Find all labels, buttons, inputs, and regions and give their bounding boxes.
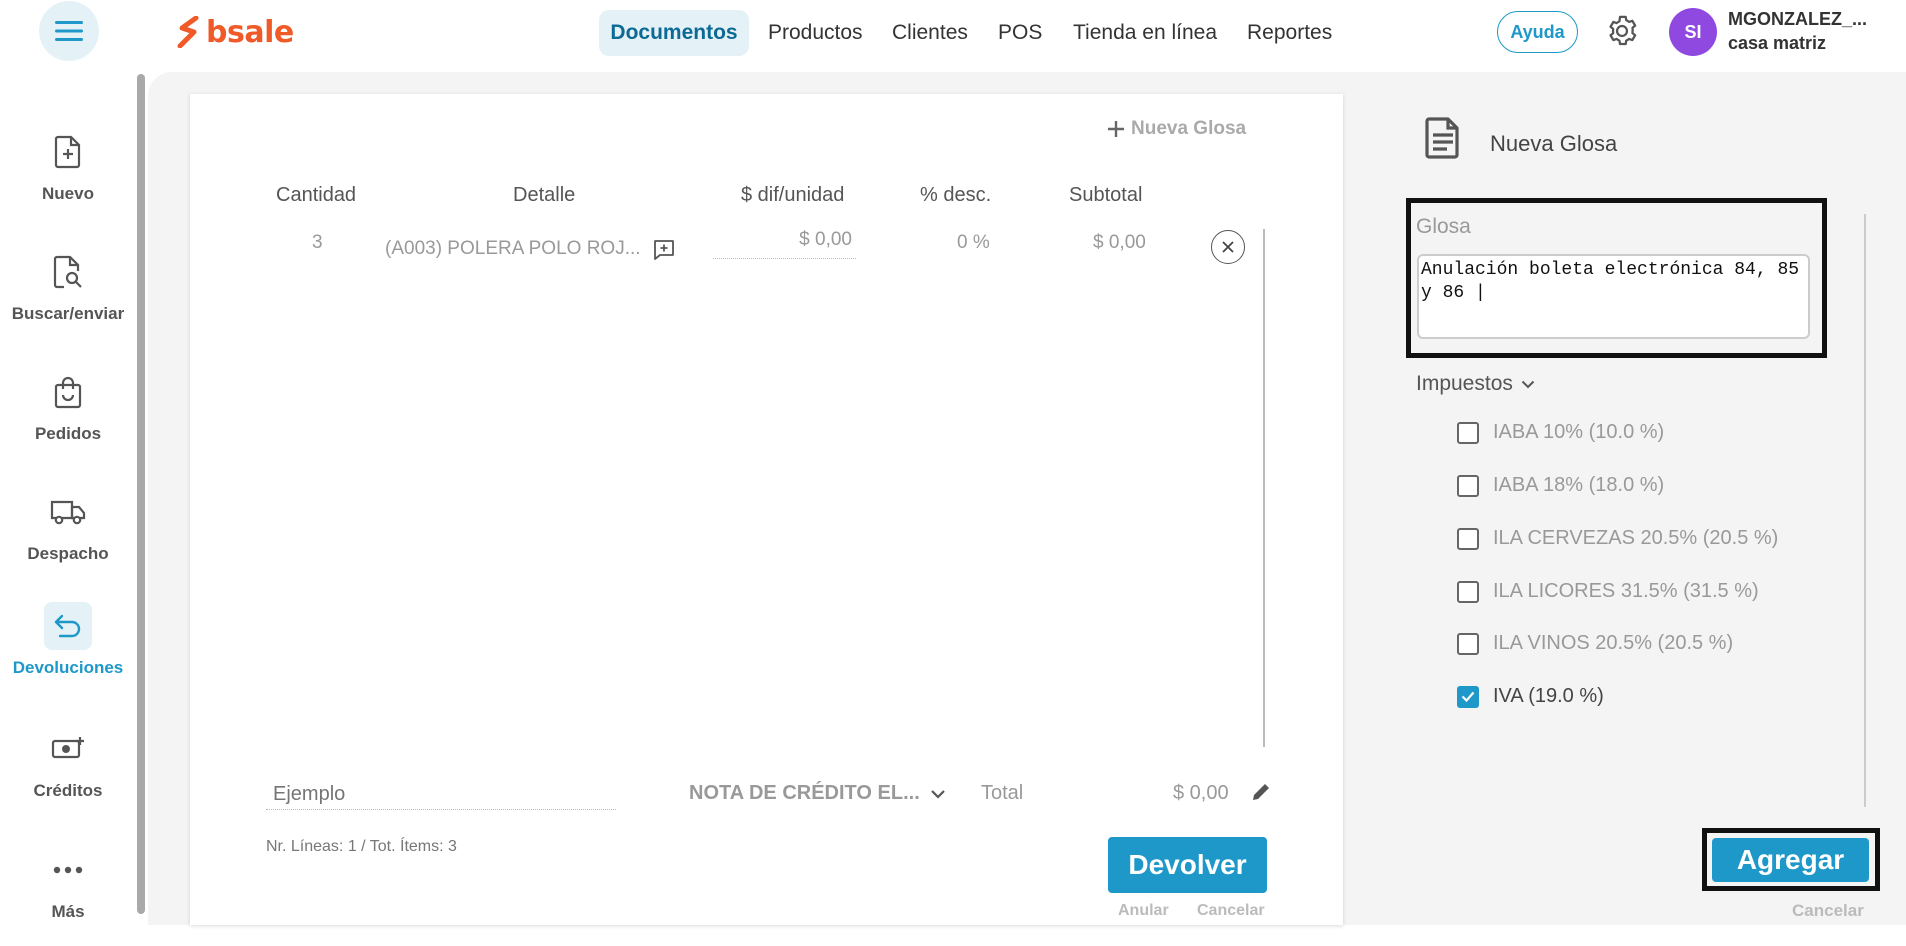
- glosa-panel-title: Nueva Glosa: [1490, 131, 1618, 156]
- chevron-down-icon: [930, 789, 945, 799]
- glosa-cancelar-link[interactable]: Cancelar: [1792, 901, 1864, 921]
- doc-type-select[interactable]: NOTA DE CRÉDITO EL...: [689, 782, 946, 805]
- comment-add-icon[interactable]: [652, 238, 676, 262]
- sidebar-item-label: Más: [51, 902, 85, 921]
- column-header-cantidad: Cantidad: [276, 184, 357, 206]
- tax-option-ila-cervezas[interactable]: ILA CERVEZAS 20.5% (20.5 %): [1457, 527, 1778, 550]
- nav-clientes[interactable]: Clientes: [892, 10, 968, 56]
- tax-label: IABA 18% (18.0 %): [1493, 474, 1665, 496]
- cash-plus-icon: [44, 725, 92, 773]
- column-header-dif-unidad: $ dif/unidad: [741, 184, 845, 206]
- row-subtotal: $ 0,00: [1093, 232, 1146, 253]
- tax-option-iva[interactable]: IVA (19.0 %): [1457, 685, 1604, 708]
- tax-option-ila-licores[interactable]: ILA LICORES 31.5% (31.5 %): [1457, 580, 1759, 603]
- panel-scrollbar[interactable]: [1864, 214, 1866, 807]
- glosa-label: Glosa: [1416, 215, 1471, 238]
- tax-label: IABA 10% (10.0 %): [1493, 421, 1665, 443]
- logo-text: bsale: [206, 14, 294, 50]
- devolver-button[interactable]: Devolver: [1108, 837, 1267, 893]
- checkbox[interactable]: [1457, 580, 1479, 603]
- impuestos-toggle[interactable]: Impuestos: [1416, 372, 1535, 396]
- sidebar-item-devoluciones[interactable]: Devoluciones: [0, 602, 136, 702]
- bsale-logo[interactable]: bsale: [176, 12, 294, 52]
- add-glosa-label: Nueva Glosa: [1131, 118, 1247, 139]
- row-detalle: (A003) POLERA POLO ROJ...: [385, 238, 641, 259]
- sidebar-scrollbar[interactable]: [137, 74, 145, 914]
- top-bar: bsale Documentos Productos Clientes POS …: [0, 0, 1906, 72]
- agregar-button[interactable]: Agregar: [1712, 838, 1869, 882]
- menu-button[interactable]: [39, 1, 99, 61]
- column-header-detalle: Detalle: [513, 184, 576, 206]
- impuestos-label: Impuestos: [1416, 372, 1513, 395]
- sidebar-item-label: Pedidos: [34, 424, 102, 443]
- sidebar-item-mas[interactable]: Más: [0, 846, 136, 946]
- chevron-down-icon: [1521, 380, 1535, 388]
- remove-row-button[interactable]: [1211, 230, 1245, 264]
- total-value: $ 0,00: [1173, 782, 1229, 804]
- nav-productos[interactable]: Productos: [768, 10, 863, 56]
- plus-icon: [1108, 121, 1124, 137]
- checkbox[interactable]: [1457, 474, 1479, 497]
- gear-icon[interactable]: [1605, 14, 1639, 48]
- tax-label: ILA CERVEZAS 20.5% (20.5 %): [1493, 527, 1779, 549]
- sidebar-item-pedidos[interactable]: Pedidos: [0, 368, 136, 468]
- lines-info: Nr. Líneas: 1 / Tot. Ítems: 3: [266, 838, 457, 855]
- tax-option-ila-vinos[interactable]: ILA VINOS 20.5% (20.5 %): [1457, 632, 1733, 655]
- file-plus-icon: [44, 128, 92, 176]
- nav-reportes[interactable]: Reportes: [1247, 10, 1332, 56]
- nav-tienda-en-linea[interactable]: Tienda en línea: [1073, 10, 1217, 56]
- tax-label: IVA (19.0 %): [1493, 685, 1604, 707]
- bsale-mark-icon: [177, 16, 199, 48]
- hamburger-icon: [55, 21, 83, 41]
- row-desc[interactable]: 0 %: [957, 232, 990, 254]
- sidebar-item-label: Devoluciones: [12, 658, 124, 677]
- vertical-divider: [1263, 229, 1265, 747]
- close-icon: [1222, 241, 1234, 253]
- doc-type-value: NOTA DE CRÉDITO EL...: [689, 782, 920, 804]
- checkbox-checked[interactable]: [1457, 685, 1479, 708]
- shopping-bag-icon: [44, 368, 92, 416]
- nav-pos[interactable]: POS: [998, 10, 1042, 56]
- anular-link[interactable]: Anular: [1118, 902, 1169, 920]
- total-label: Total: [981, 782, 1024, 804]
- checkmark-icon: [1461, 691, 1475, 702]
- file-search-icon: [44, 248, 92, 296]
- sidebar-item-nuevo[interactable]: Nuevo: [0, 128, 136, 228]
- add-glosa-link[interactable]: Nueva Glosa: [1107, 118, 1246, 140]
- tax-label: ILA LICORES 31.5% (31.5 %): [1493, 580, 1759, 602]
- avatar[interactable]: SI: [1669, 8, 1717, 56]
- column-header-subtotal: Subtotal: [1069, 184, 1143, 206]
- checkbox[interactable]: [1457, 632, 1479, 655]
- row-cantidad[interactable]: 3: [312, 232, 323, 254]
- sidebar-item-label: Créditos: [33, 781, 103, 800]
- nav-documentos[interactable]: Documentos: [599, 10, 749, 56]
- example-input[interactable]: [266, 780, 616, 810]
- sidebar-item-label: Despacho: [27, 544, 109, 563]
- tax-label: ILA VINOS 20.5% (20.5 %): [1493, 632, 1734, 654]
- glosa-textarea[interactable]: Anulación boleta electrónica 84, 85 y 86…: [1417, 254, 1810, 339]
- user-name[interactable]: MGONZALEZ_...: [1728, 9, 1867, 30]
- return-arrow-icon: [44, 602, 92, 650]
- tax-option-iaba-10[interactable]: IABA 10% (10.0 %): [1457, 421, 1664, 444]
- column-header-desc: % desc.: [920, 184, 992, 206]
- sidebar-item-label: Nuevo: [42, 184, 94, 203]
- pencil-icon[interactable]: [1250, 781, 1272, 803]
- truck-icon: [44, 488, 92, 536]
- checkbox[interactable]: [1457, 527, 1479, 550]
- sidebar-item-despacho[interactable]: Despacho: [0, 488, 136, 588]
- cancelar-link[interactable]: Cancelar: [1197, 902, 1265, 920]
- sidebar-item-buscar-enviar[interactable]: Buscar/enviar: [0, 248, 136, 348]
- row-dif-unidad-input[interactable]: $ 0,00: [713, 229, 856, 259]
- sidebar-item-creditos[interactable]: Créditos: [0, 725, 136, 825]
- document-lines-icon: [1425, 117, 1459, 159]
- more-dots-icon: [44, 846, 92, 894]
- tax-option-iaba-18[interactable]: IABA 18% (18.0 %): [1457, 474, 1664, 497]
- user-branch: casa matriz: [1728, 33, 1827, 53]
- checkbox[interactable]: [1457, 421, 1479, 444]
- help-button[interactable]: Ayuda: [1497, 11, 1578, 53]
- sidebar-item-label: Buscar/enviar: [11, 304, 125, 323]
